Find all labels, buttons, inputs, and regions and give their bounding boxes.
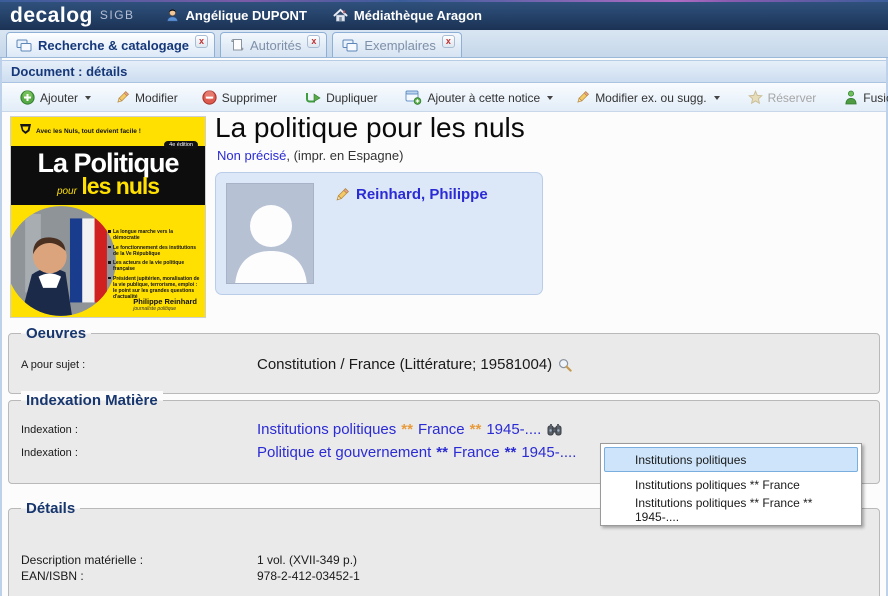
window-plus-icon	[405, 90, 422, 105]
indexation-context-menu: Institutions politiques Institutions pol…	[600, 443, 862, 526]
home-icon	[333, 8, 348, 23]
cover-bullet-list: La longue marche vers la démocratie Le f…	[108, 229, 200, 304]
chevron-down-icon	[85, 96, 91, 100]
cover-author-subtitle: journaliste politique	[133, 306, 197, 312]
star-icon	[748, 90, 763, 105]
reserve-button[interactable]: Réserver	[740, 87, 825, 108]
subject-value: Constitution / France (Littérature; 1958…	[257, 356, 552, 373]
app-logo-suffix: SIGB	[100, 8, 135, 22]
app-logo: decalog	[10, 5, 93, 26]
pencil-icon	[115, 90, 130, 105]
reserve-button-label: Réserver	[768, 91, 817, 105]
scroll-icon	[230, 38, 244, 52]
cover-title-pre: pour	[57, 186, 77, 197]
avatar	[226, 183, 314, 284]
nuls-logo-icon	[19, 122, 32, 140]
chevron-down-icon	[547, 96, 553, 100]
close-icon[interactable]: x	[195, 35, 208, 48]
author-card: Reinhard, Philippe	[215, 172, 543, 295]
edit-button-label: Modifier	[135, 91, 178, 105]
close-icon[interactable]: x	[442, 35, 455, 48]
publisher-line: Non précisé, (impr. en Espagne)	[217, 148, 403, 163]
tab-label: Autorités	[250, 38, 301, 53]
section-oeuvres-legend: Oeuvres	[21, 324, 91, 343]
edit-copies-label: Modifier ex. ou sugg.	[595, 91, 706, 105]
pencil-icon	[334, 187, 350, 203]
field-label: Indexation :	[9, 447, 257, 459]
current-library-label: Médiathèque Aragon	[354, 8, 482, 23]
author-link-label: Reinhard, Philippe	[356, 186, 488, 203]
delete-button-label: Supprimer	[222, 91, 277, 105]
green-arrow-icon	[305, 91, 321, 105]
current-user-button[interactable]: Angélique DUPONT	[165, 8, 307, 23]
menu-item[interactable]: Institutions politiques ** France	[604, 472, 858, 497]
cover-author: Philippe Reinhard	[133, 297, 197, 306]
indexation-link[interactable]: Politique et gouvernement**France**1945-…	[257, 444, 576, 461]
edit-copies-button[interactable]: Modifier ex. ou sugg.	[567, 87, 727, 108]
author-link[interactable]: Reinhard, Philippe	[334, 186, 488, 203]
cover-tagline: Avec les Nuls, tout devient facile !	[36, 128, 141, 135]
green-person-icon	[844, 90, 858, 105]
field-value: 1 vol. (XVII-349 p.)	[257, 553, 357, 567]
cover-photo	[10, 205, 117, 318]
person-icon	[165, 8, 180, 23]
field-label: EAN/ISBN :	[9, 569, 257, 583]
menu-item[interactable]: Institutions politiques ** France ** 194…	[604, 497, 858, 522]
cover-title-2: les nuls	[81, 173, 159, 199]
page-title: La politique pour les nuls	[215, 112, 525, 144]
cascade-windows-icon	[342, 39, 358, 52]
plus-circle-icon	[20, 90, 35, 105]
field-label: Indexation :	[9, 424, 257, 436]
current-user-label: Angélique DUPONT	[186, 8, 307, 23]
tab-autorites[interactable]: Autorités x	[220, 32, 327, 57]
cover-bullet: Les acteurs de la vie politique français…	[108, 260, 200, 273]
cascade-windows-icon	[16, 39, 32, 52]
merge-button[interactable]: Fusionner avec	[836, 87, 888, 108]
field-label: A pour sujet :	[9, 359, 257, 371]
add-to-record-button[interactable]: Ajouter à cette notice	[397, 87, 561, 108]
merge-button-label: Fusionner avec	[863, 91, 888, 105]
current-library-button[interactable]: Médiathèque Aragon	[333, 8, 482, 23]
edit-button[interactable]: Modifier	[107, 87, 186, 108]
publisher-link[interactable]: Non précisé	[217, 148, 286, 163]
section-oeuvres: Oeuvres A pour sujet : Constitution / Fr…	[8, 333, 880, 394]
section-indexation-legend: Indexation Matière	[21, 391, 163, 410]
tab-bar: Recherche & catalogage x Autorités x Exe…	[0, 30, 888, 58]
add-button[interactable]: Ajouter	[12, 87, 99, 108]
section-details-legend: Détails	[21, 499, 80, 518]
indexation-link[interactable]: Institutions politiques**France**1945-..…	[257, 421, 541, 438]
tab-label: Recherche & catalogage	[38, 38, 189, 53]
tab-exemplaires[interactable]: Exemplaires x	[332, 32, 462, 57]
delete-button[interactable]: Supprimer	[194, 87, 285, 108]
field-label: Description matérielle :	[9, 553, 257, 567]
magnifier-icon[interactable]	[558, 358, 572, 372]
publisher-rest: , (impr. en Espagne)	[286, 148, 403, 163]
cover-bullet: Le fonctionnement des institutions de la…	[108, 245, 200, 258]
tab-recherche-catalogage[interactable]: Recherche & catalogage x	[6, 32, 215, 57]
duplicate-button-label: Dupliquer	[326, 91, 377, 105]
cover-bullet: La longue marche vers la démocratie	[108, 229, 200, 242]
minus-circle-icon	[202, 90, 217, 105]
document-toolbar: Ajouter Modifier Supprimer Dupliquer Ajo…	[2, 84, 886, 112]
section-header-title: Document : détails	[11, 64, 127, 79]
binoculars-icon[interactable]	[547, 423, 562, 436]
book-cover[interactable]: Avec les Nuls, tout devient facile ! 4e …	[10, 116, 206, 318]
cover-edition-badge: 4e édition	[164, 141, 198, 149]
close-icon[interactable]: x	[307, 35, 320, 48]
field-value: 978-2-412-03452-1	[257, 569, 360, 583]
tab-label: Exemplaires	[364, 38, 436, 53]
duplicate-button[interactable]: Dupliquer	[297, 88, 385, 108]
section-header: Document : détails	[2, 60, 886, 83]
menu-item[interactable]: Institutions politiques	[604, 447, 858, 472]
chevron-down-icon	[714, 96, 720, 100]
app-header: decalog SIGB Angélique DUPONT Médiathèqu…	[0, 0, 888, 30]
pencil-icon	[575, 90, 590, 105]
add-button-label: Ajouter	[40, 91, 78, 105]
add-to-record-label: Ajouter à cette notice	[427, 91, 540, 105]
